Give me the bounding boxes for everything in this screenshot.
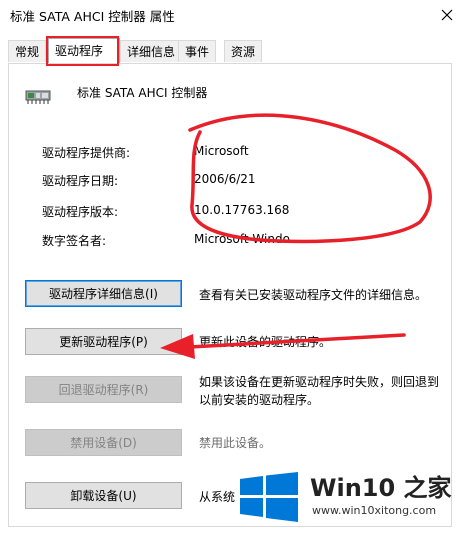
update-driver-desc: 更新此设备的驱动程序。 [199, 335, 332, 349]
tab-general[interactable]: 常规 [8, 40, 47, 62]
disable-device-button[interactable]: 禁用设备(D) [25, 429, 182, 456]
device-name: 标准 SATA AHCI 控制器 [77, 86, 208, 100]
version-label: 驱动程序版本: [42, 205, 119, 219]
signer-label: 数字签名者: [42, 234, 107, 248]
tab-details[interactable]: 详细信息 [120, 40, 183, 62]
window-title: 标准 SATA AHCI 控制器 属性 [10, 9, 175, 24]
provider-value: Microsoft [194, 144, 249, 158]
title-bar: 标准 SATA AHCI 控制器 属性 [0, 0, 468, 30]
disable-device-desc: 禁用此设备。 [199, 436, 272, 450]
watermark: Win10 之家 www.win10xitong.com [236, 466, 468, 534]
windows-logo-icon [240, 472, 298, 522]
date-value: 2006/6/21 [194, 172, 256, 186]
tab-events[interactable]: 事件 [178, 40, 217, 62]
driver-details-button[interactable]: 驱动程序详细信息(I) [25, 280, 182, 307]
rollback-driver-desc: 如果该设备在更新驱动程序时失败，则回退到以前安装的驱动程序。 [199, 375, 440, 407]
uninstall-device-button[interactable]: 卸载设备(U) [25, 482, 182, 509]
rollback-driver-button[interactable]: 回退驱动程序(R) [25, 376, 182, 403]
version-value: 10.0.17763.168 [194, 203, 290, 217]
signer-value: Microsoft Windo [194, 232, 290, 246]
annotation-tab-box [46, 36, 119, 66]
provider-label: 驱动程序提供商: [42, 146, 131, 160]
driver-panel: 标准 SATA AHCI 控制器 驱动程序提供商: Microsoft 驱动程序… [8, 63, 452, 527]
watermark-url: www.win10xitong.com [312, 504, 437, 517]
tab-resources[interactable]: 资源 [224, 40, 263, 62]
close-button[interactable] [432, 2, 462, 28]
update-driver-button[interactable]: 更新驱动程序(P) [25, 328, 182, 355]
date-label: 驱动程序日期: [42, 174, 119, 188]
watermark-title: Win10 之家 [310, 474, 452, 502]
device-controller-icon [25, 90, 51, 104]
driver-details-desc: 查看有关已安装驱动程序文件的详细信息。 [199, 288, 428, 302]
close-icon [441, 9, 453, 21]
